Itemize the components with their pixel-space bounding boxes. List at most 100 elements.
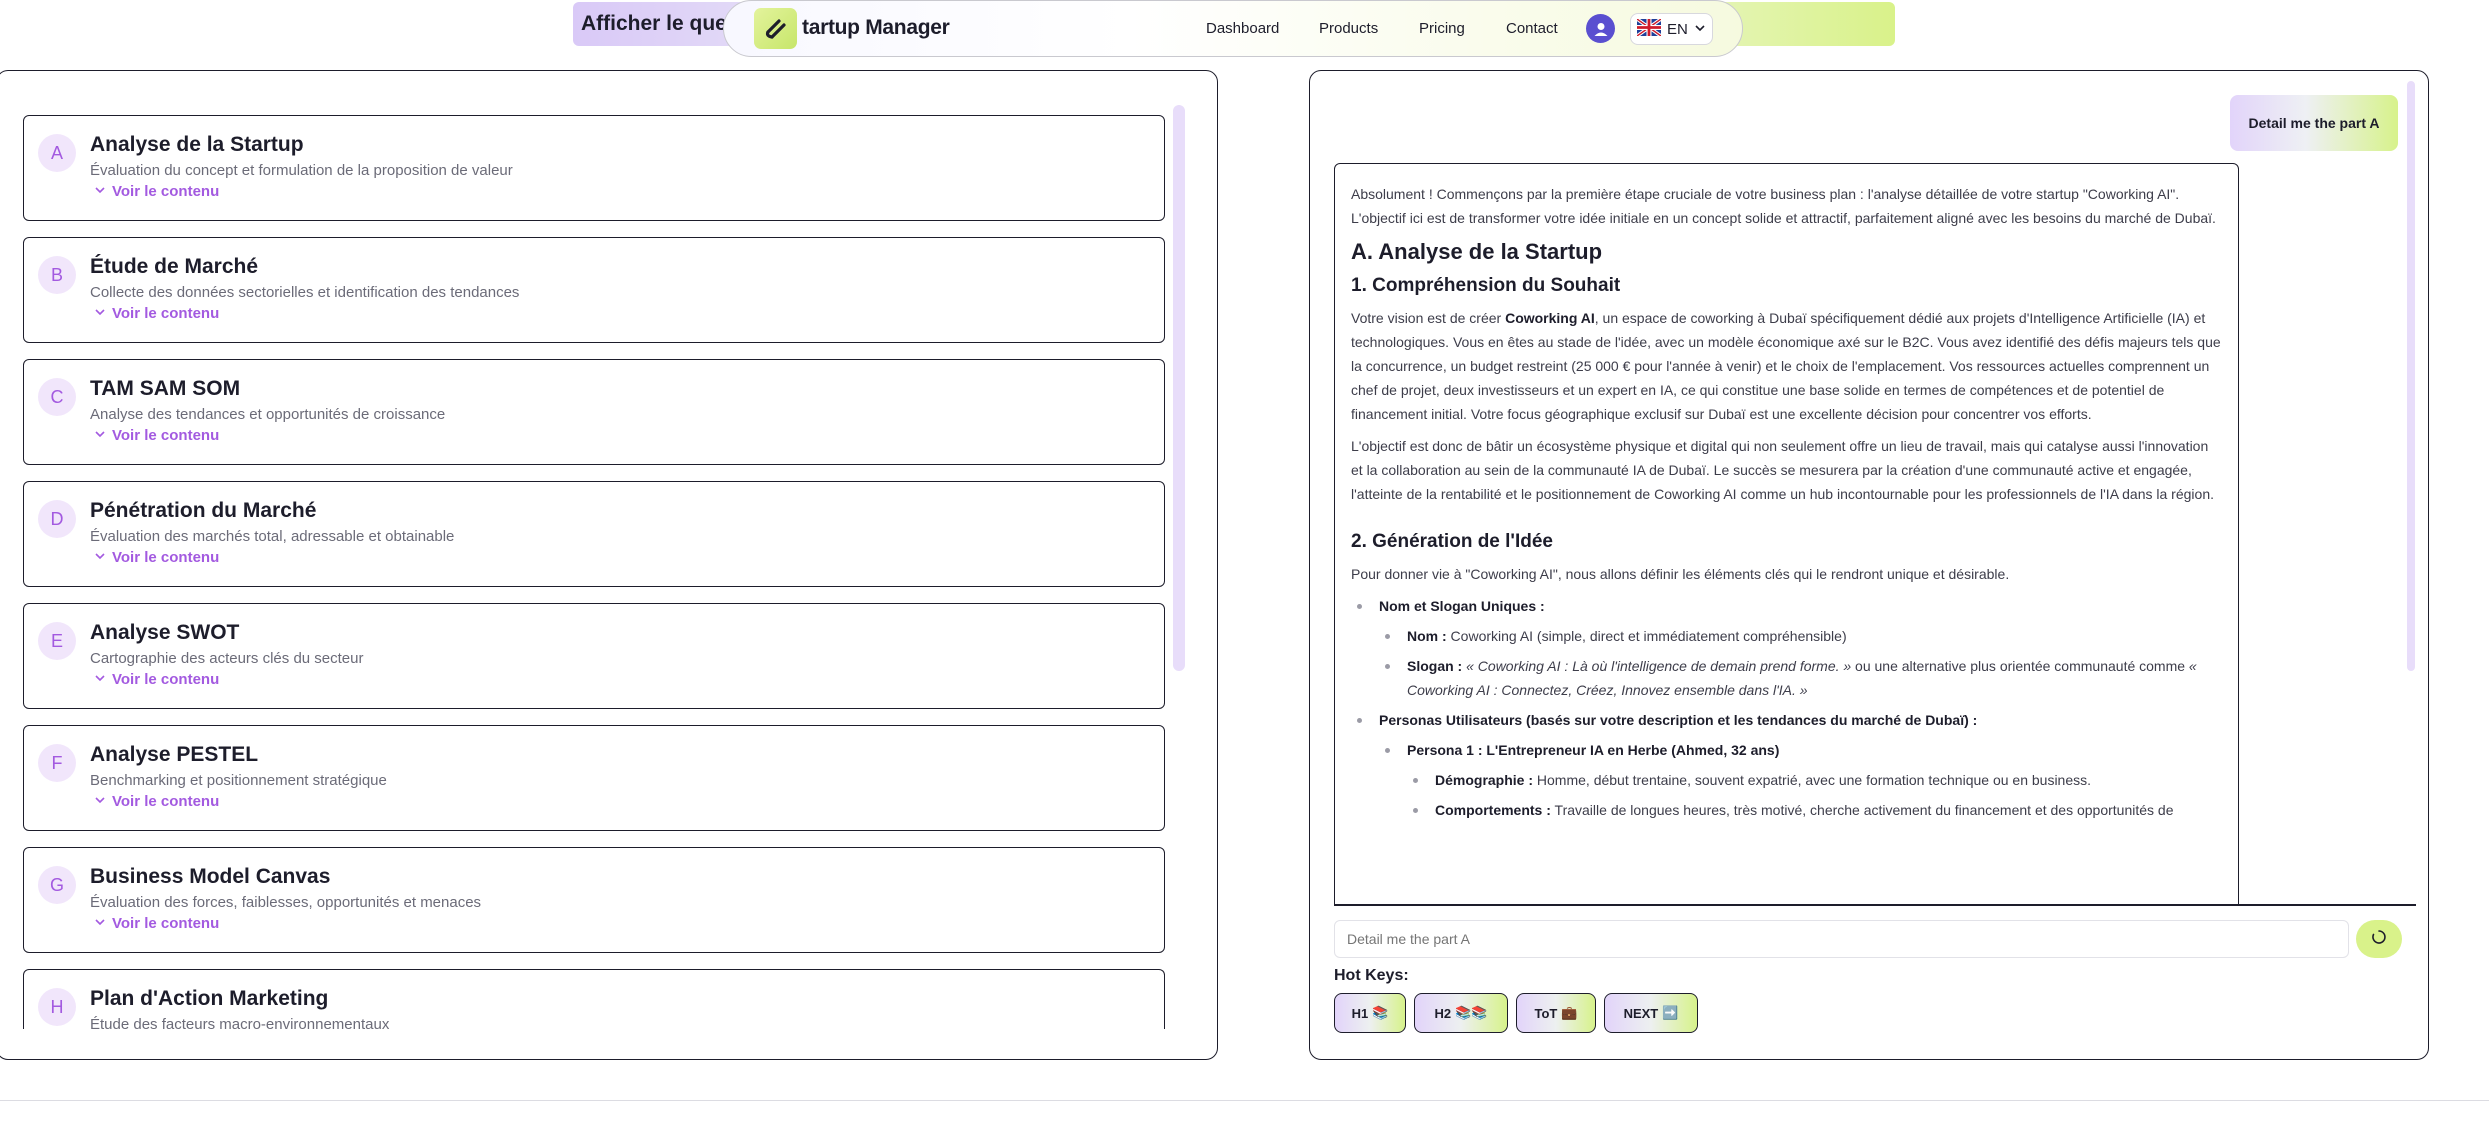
show-content-toggle[interactable]: Voir le contenu: [94, 549, 219, 566]
section-description: Étude des facteurs macro-environnementau…: [90, 1016, 390, 1029]
list-item: Nom : Coworking AI (simple, direct et im…: [1379, 624, 2222, 648]
list-item-text: Travaille de longues heures, très motivé…: [1550, 802, 2174, 818]
section-card-h[interactable]: H Plan d'Action Marketing Étude des fact…: [23, 969, 1165, 1029]
assistant-answer: Absolument ! Commençons par la première …: [1334, 163, 2239, 904]
chat-input[interactable]: [1334, 920, 2349, 958]
section-card-e[interactable]: E Analyse SWOT Cartographie des acteurs …: [23, 603, 1165, 709]
hotkey-next-button[interactable]: NEXT ➡️: [1604, 993, 1698, 1033]
section-description: Évaluation des marchés total, adressable…: [90, 528, 455, 545]
show-content-label: Voir le contenu: [112, 183, 220, 200]
user-avatar-icon[interactable]: [1586, 14, 1615, 43]
section-card-a[interactable]: A Analyse de la Startup Évaluation du co…: [23, 115, 1165, 221]
chevron-down-icon: [94, 427, 106, 444]
arrow-right-icon: ➡️: [1662, 1005, 1679, 1020]
chat-panel: Detail me the part A Absolument ! Commen…: [1309, 70, 2429, 1060]
answer-intro: Absolument ! Commençons par la première …: [1351, 186, 2216, 226]
section-description: Évaluation des forces, faiblesses, oppor…: [90, 894, 482, 911]
brand-name[interactable]: tartup Manager: [802, 16, 950, 40]
show-content-label: Voir le contenu: [112, 305, 220, 322]
list-item-label: Nom et Slogan Uniques :: [1379, 598, 1545, 614]
chevron-down-icon: [1694, 21, 1706, 38]
section-description: Benchmarking et positionnement stratégiq…: [90, 772, 387, 789]
hotkeys-label: Hot Keys:: [1334, 967, 1409, 984]
section-card-b[interactable]: B Étude de Marché Collecte des données s…: [23, 237, 1165, 343]
answer-list: Nom et Slogan Uniques :: [1351, 594, 2222, 618]
section-title: Business Model Canvas: [90, 865, 331, 888]
books-icon: 📚: [1372, 1005, 1389, 1020]
section-letter-badge: D: [38, 500, 76, 538]
chevron-down-icon: [94, 915, 106, 932]
section-letter-badge: H: [38, 988, 76, 1026]
show-content-label: Voir le contenu: [112, 549, 220, 566]
section-title: Étude de Marché: [90, 255, 259, 278]
language-code: EN: [1667, 20, 1688, 38]
hotkey-label: NEXT: [1623, 1005, 1659, 1021]
section-card-c[interactable]: C TAM SAM SOM Analyse des tendances et o…: [23, 359, 1165, 465]
chevron-down-icon: [94, 183, 106, 200]
section-title: TAM SAM SOM: [90, 377, 241, 400]
section-letter-badge: F: [38, 744, 76, 782]
section-title: Pénétration du Marché: [90, 499, 317, 522]
list-item: Nom et Slogan Uniques :: [1351, 594, 2222, 618]
chevron-down-icon: [94, 549, 106, 566]
list-item-label: Démographie :: [1435, 772, 1534, 788]
list-item-label: Persona 1 : L'Entrepreneur IA en Herbe (…: [1407, 742, 1780, 758]
show-content-toggle[interactable]: Voir le contenu: [94, 305, 219, 322]
section-letter-badge: C: [38, 378, 76, 416]
section-description: Collecte des données sectorielles et ide…: [90, 284, 520, 301]
show-content-toggle[interactable]: Voir le contenu: [94, 915, 219, 932]
language-selector[interactable]: EN: [1630, 13, 1713, 45]
list-item-label: Nom :: [1407, 628, 1447, 644]
list-item: Personas Utilisateurs (basés sur votre d…: [1351, 708, 2222, 732]
chevron-down-icon: [94, 793, 106, 810]
section-title: Analyse de la Startup: [90, 133, 304, 156]
show-content-label: Voir le contenu: [112, 915, 220, 932]
show-content-toggle[interactable]: Voir le contenu: [94, 427, 219, 444]
list-item: Persona 1 : L'Entrepreneur IA en Herbe (…: [1379, 738, 2222, 762]
list-item-text: Coworking AI (simple, direct et immédiat…: [1446, 628, 1847, 644]
answer-paragraph-1: Votre vision est de créer Coworking AI, …: [1351, 306, 2222, 426]
sections-panel: A Analyse de la Startup Évaluation du co…: [0, 70, 1218, 1060]
section-title: Analyse SWOT: [90, 621, 240, 644]
text-run: Votre vision est de créer: [1351, 310, 1506, 326]
answer-heading-main: A. Analyse de la Startup: [1351, 239, 1603, 264]
show-content-toggle[interactable]: Voir le contenu: [94, 183, 219, 200]
text-run-bold: Coworking AI: [1505, 310, 1595, 326]
list-item: Slogan : « Coworking AI : Là où l'intell…: [1379, 654, 2222, 702]
section-letter-badge: B: [38, 256, 76, 294]
nav-link-contact[interactable]: Contact: [1506, 20, 1558, 37]
questionnaire-button-label[interactable]: Afficher le questionnaire: [581, 12, 731, 36]
section-card-g[interactable]: G Business Model Canvas Évaluation des f…: [23, 847, 1165, 953]
list-item-text: Homme, début trentaine, souvent expatrié…: [1533, 772, 2092, 788]
section-card-f[interactable]: F Analyse PESTEL Benchmarking et positio…: [23, 725, 1165, 831]
answer-heading-1: 1. Compréhension du Souhait: [1351, 275, 1621, 296]
nav-link-products[interactable]: Products: [1319, 20, 1378, 37]
sections-scrollbar[interactable]: [1173, 105, 1185, 671]
answer-sublist: Persona 1 : L'Entrepreneur IA en Herbe (…: [1351, 738, 2222, 762]
hotkey-label: H1: [1351, 1005, 1369, 1021]
logo-icon[interactable]: [754, 8, 797, 49]
nav-link-dashboard[interactable]: Dashboard: [1206, 20, 1279, 37]
hotkey-h2-button[interactable]: H2 📚📚: [1414, 993, 1508, 1033]
list-item: Comportements : Travaille de longues heu…: [1407, 798, 2222, 822]
section-description: Évaluation du concept et formulation de …: [90, 162, 513, 179]
books-icon: 📚📚: [1455, 1005, 1488, 1020]
show-content-toggle[interactable]: Voir le contenu: [94, 793, 219, 810]
section-card-d[interactable]: D Pénétration du Marché Évaluation des m…: [23, 481, 1165, 587]
answer-sublist: Nom : Coworking AI (simple, direct et im…: [1351, 624, 2222, 702]
hotkey-h1-button[interactable]: H1 📚: [1334, 993, 1406, 1033]
answer-subsublist: Démographie : Homme, début trentaine, so…: [1351, 768, 2222, 822]
input-divider: [1334, 904, 2416, 906]
text-run: , un espace de coworking à Dubaï spécifi…: [1351, 310, 2221, 422]
briefcase-icon: 💼: [1561, 1005, 1578, 1020]
section-description: Cartographie des acteurs clés du secteur: [90, 650, 364, 667]
hotkey-tot-button[interactable]: ToT 💼: [1516, 993, 1596, 1033]
nav-link-pricing[interactable]: Pricing: [1419, 20, 1465, 37]
send-button[interactable]: [2356, 920, 2402, 958]
show-content-toggle[interactable]: Voir le contenu: [94, 671, 219, 688]
list-item-label: Slogan :: [1407, 658, 1463, 674]
list-item-quote: « Coworking AI : Là où l'intelligence de…: [1466, 658, 1852, 674]
section-letter-badge: E: [38, 622, 76, 660]
answer-paragraph-3: Pour donner vie à "Coworking AI", nous a…: [1351, 566, 2010, 582]
footer-divider: [0, 1100, 2489, 1101]
